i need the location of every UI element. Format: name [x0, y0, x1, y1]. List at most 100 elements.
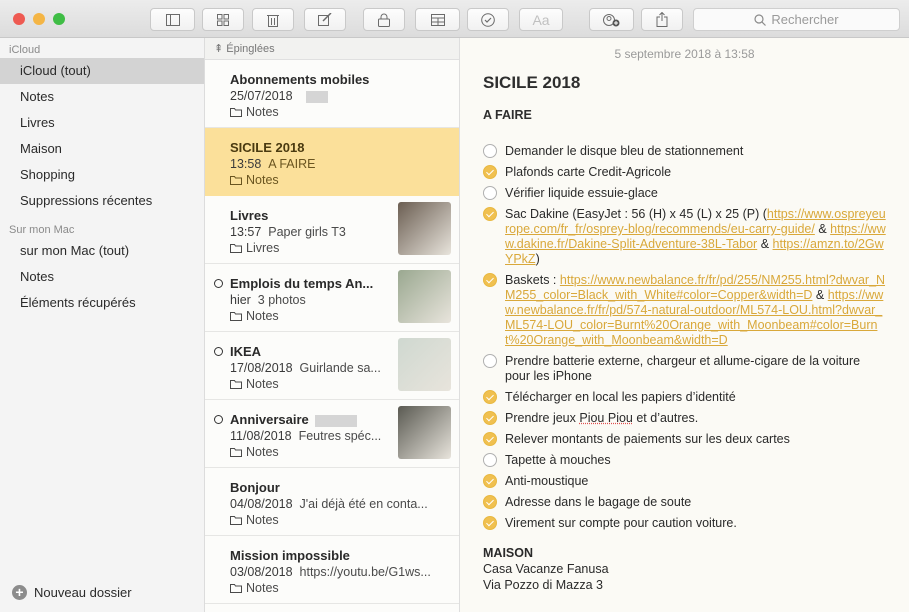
checklist-item: Anti-moustique	[483, 474, 888, 489]
note-list-item[interactable]: Abonnements mobiles 25/07/2018 Notes	[205, 60, 459, 128]
checklist-item: Plafonds carte Credit-Agricole	[483, 165, 888, 180]
folder-icon	[230, 584, 242, 593]
folder-icon	[230, 176, 242, 185]
folder-icon	[230, 312, 242, 321]
new-note-button[interactable]	[304, 8, 346, 31]
checked-circle-icon[interactable]	[483, 165, 497, 179]
todo-text: Demander le disque bleu de stationnement	[505, 144, 744, 158]
todo-text: Vérifier liquide essuie-glace	[505, 186, 658, 200]
note-thumbnail	[398, 202, 451, 255]
checked-circle-icon[interactable]	[483, 495, 497, 509]
checkmark-circle-icon	[481, 12, 495, 27]
search-placeholder: Rechercher	[771, 12, 839, 27]
checked-circle-icon[interactable]	[483, 390, 497, 404]
sidebar-item-icloud-all[interactable]: iCloud (tout)	[0, 58, 204, 84]
checklist-item: Baskets : https://www.newbalance.fr/fr/p…	[483, 273, 888, 348]
checklist-item: Relever montants de paiements sur les de…	[483, 432, 888, 447]
checklist-item: Adresse dans le bagage de soute	[483, 495, 888, 510]
note-item-meta: 25/07/2018	[230, 89, 459, 103]
folder-icon	[230, 380, 242, 389]
format-button[interactable]: Aa	[519, 8, 563, 31]
delete-button[interactable]	[252, 8, 294, 31]
section-heading: A FAIRE	[483, 108, 532, 122]
shared-icon	[214, 415, 223, 424]
todo-text: Sac Dakine (EasyJet : 56 (H) x 45 (L) x …	[505, 207, 767, 221]
window-controls	[13, 13, 65, 25]
unchecked-circle-icon[interactable]	[483, 354, 497, 368]
sidebar-item-recently-deleted[interactable]: Suppressions récentes	[0, 188, 204, 214]
note-editor[interactable]: 5 septembre 2018 à 13:58 SICILE 2018 A F…	[460, 38, 909, 612]
note-item-title: Emplois du temps An...	[230, 276, 374, 291]
todo-text: Prendre batterie externe, chargeur et al…	[505, 354, 861, 383]
gallery-view-button[interactable]	[202, 8, 244, 31]
sidebar-item-livres[interactable]: Livres	[0, 110, 204, 136]
address-line: Via Pozzo di Mazza 3	[483, 578, 603, 592]
checklist-item: Prendre jeux Piou Piou et d’autres.	[483, 411, 888, 426]
sidebar-item-maison[interactable]: Maison	[0, 136, 204, 162]
todo-text: Adresse dans le bagage de soute	[505, 495, 692, 509]
checked-circle-icon[interactable]	[483, 516, 497, 530]
note-list-item[interactable]: IKEA 17/08/2018 Guirlande sa... Notes	[205, 332, 459, 400]
note-list-item[interactable]: Bonjour 04/08/2018 J'ai déjà été en conta…	[205, 468, 459, 536]
new-folder-button[interactable]: + Nouveau dossier	[12, 585, 132, 600]
compose-icon	[318, 13, 332, 26]
share-icon	[656, 12, 668, 27]
add-people-button[interactable]	[589, 8, 634, 31]
sidebar-item-mac-notes[interactable]: Notes	[0, 264, 204, 290]
todo-text: )	[535, 252, 540, 266]
sidebar-toggle-button[interactable]	[150, 8, 195, 31]
sidebar-item-notes[interactable]: Notes	[0, 84, 204, 110]
note-item-folder: Notes	[230, 105, 459, 119]
note-item-title: IKEA	[230, 344, 262, 359]
checked-circle-icon[interactable]	[483, 273, 497, 287]
note-item-title: Abonnements mobiles	[230, 72, 370, 87]
todo-text: et d’autres.	[632, 411, 699, 425]
note-thumbnail	[398, 270, 451, 323]
checklist-button[interactable]	[467, 8, 509, 31]
note-item-folder: Notes	[230, 173, 459, 187]
checklist-item: Demander le disque bleu de stationnement	[483, 144, 888, 159]
address-line: Casa Vacanze Fanusa	[483, 562, 609, 576]
note-list-item[interactable]: Emplois du temps An... hier 3 photos Notes	[205, 264, 459, 332]
table-button[interactable]	[415, 8, 460, 31]
checked-circle-icon[interactable]	[483, 207, 497, 221]
unchecked-circle-icon[interactable]	[483, 144, 497, 158]
search-input[interactable]: Rechercher	[693, 8, 900, 31]
note-item-meta: 03/08/2018 https://youtu.be/G1ws...	[230, 565, 431, 579]
minimize-button[interactable]	[33, 13, 45, 25]
note-item-folder: Notes	[230, 513, 459, 527]
note-list-item[interactable]: Anniversaire 11/08/2018 Feutres spéc... No…	[205, 400, 459, 468]
checked-circle-icon[interactable]	[483, 474, 497, 488]
note-list-item[interactable]: SICILE 2018 13:58 A FAIRE Notes	[205, 128, 459, 196]
checklist-item: Virement sur compte pour caution voiture…	[483, 516, 888, 531]
checked-circle-icon[interactable]	[483, 432, 497, 446]
note-item-meta: 04/08/2018 J'ai déjà été en conta...	[230, 497, 428, 511]
note-list-item[interactable]: Mission impossible 03/08/2018 https://you…	[205, 536, 459, 604]
sidebar-item-mac-all[interactable]: sur mon Mac (tout)	[0, 238, 204, 264]
search-icon	[754, 13, 767, 26]
text-format-icon: Aa	[532, 11, 550, 28]
lock-button[interactable]	[363, 8, 405, 31]
unchecked-circle-icon[interactable]	[483, 453, 497, 467]
share-button[interactable]	[641, 8, 683, 31]
close-button[interactable]	[13, 13, 25, 25]
note-thumbnail	[398, 406, 451, 459]
note-date: 5 septembre 2018 à 13:58	[614, 47, 755, 61]
zoom-button[interactable]	[53, 13, 65, 25]
notes-window: Aa Rechercher iCloud iCloud (tout) Notes…	[0, 0, 909, 612]
todo-text: &	[757, 237, 773, 251]
table-icon	[430, 13, 445, 26]
todo-text: Plafonds carte Credit-Agricole	[505, 165, 672, 179]
sidebar-section-header: iCloud	[9, 44, 41, 56]
todo-text: Prendre jeux	[505, 411, 580, 425]
sidebar-item-recovered[interactable]: Éléments récupérés	[0, 290, 204, 316]
note-thumbnail	[398, 338, 451, 391]
address-block: MAISON Casa Vacanze Fanusa Via Pozzo di …	[483, 545, 909, 593]
checklist: Demander le disque bleu de stationnement…	[483, 144, 888, 531]
checked-circle-icon[interactable]	[483, 411, 497, 425]
sidebar-item-shopping[interactable]: Shopping	[0, 162, 204, 188]
todo-text: Relever montants de paiements sur les de…	[505, 432, 790, 446]
unchecked-circle-icon[interactable]	[483, 186, 497, 200]
misspelled-word: Piou Piou	[579, 411, 633, 425]
note-list-item[interactable]: Livres 13:57 Paper girls T3 Livres	[205, 196, 459, 264]
